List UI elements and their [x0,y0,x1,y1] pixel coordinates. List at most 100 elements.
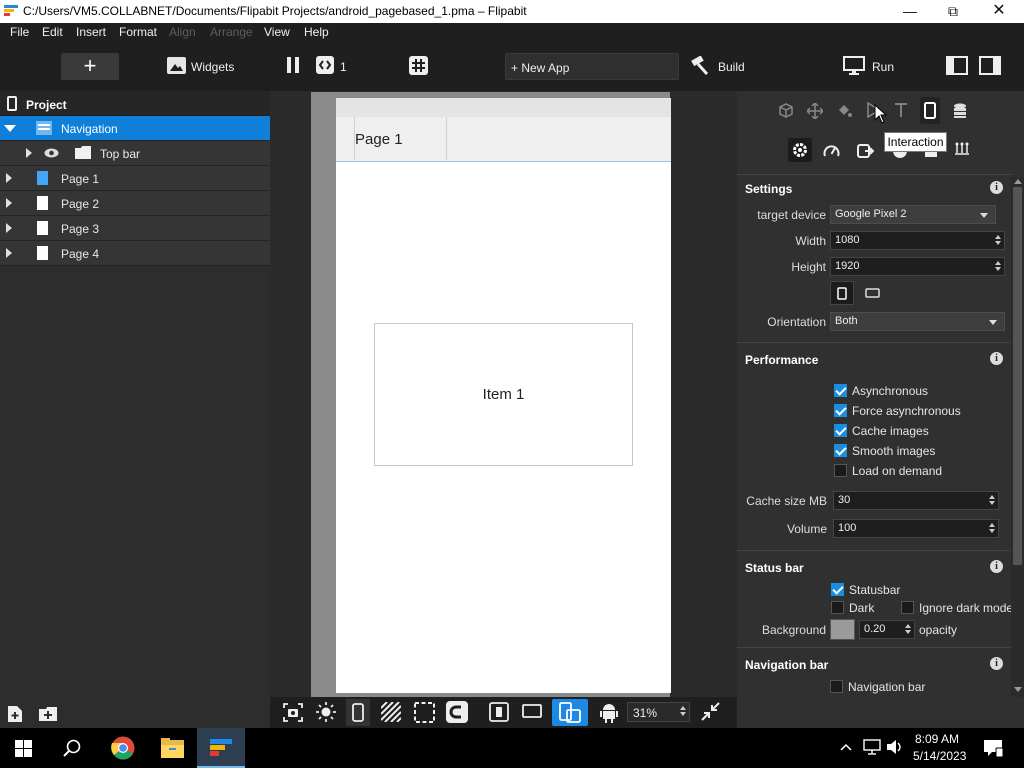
run-label[interactable]: Run [872,60,894,74]
landscape-icon[interactable] [865,288,880,298]
grid-hash-icon[interactable] [409,56,428,75]
scroll-down-icon[interactable] [1014,687,1022,692]
phone-frame-toggle[interactable] [346,699,370,726]
export-icon[interactable] [857,143,874,159]
hammer-icon[interactable] [690,56,710,76]
volume-stepper[interactable] [987,521,996,536]
android-robot-icon[interactable] [600,702,618,723]
status-bar-info-icon[interactable]: i [990,560,1003,573]
cache-size-stepper[interactable] [987,493,996,508]
expand-arrow-icon[interactable] [6,248,12,258]
tree-item-page-2[interactable]: Page 2 [0,191,270,216]
portrait-view-icon[interactable] [489,702,509,722]
load-on-demand-checkbox[interactable] [834,464,847,477]
chrome-icon[interactable] [111,736,135,760]
menu-help[interactable]: Help [304,25,329,39]
cache-images-checkbox[interactable] [834,424,847,437]
windows-start-icon[interactable] [15,740,32,757]
properties-scrollbar[interactable] [1011,177,1024,697]
close-button[interactable]: ✕ [976,0,1022,23]
right-panel-toggle-icon[interactable] [979,56,1001,75]
tree-item-navigation[interactable]: Navigation [0,116,270,141]
new-app-button[interactable]: + New App [505,53,679,80]
add-folder-icon[interactable] [39,707,57,721]
background-color-swatch[interactable] [830,619,855,640]
performance-info-icon[interactable]: i [990,352,1003,365]
speedometer-icon[interactable] [823,143,840,159]
menu-insert[interactable]: Insert [76,25,106,39]
cache-size-field[interactable]: 30 [833,491,999,510]
opacity-field[interactable]: 0.20 [859,620,915,639]
text-icon[interactable] [894,103,908,118]
device-tab[interactable] [920,97,940,124]
add-page-button[interactable]: + [61,53,119,80]
expand-arrow-icon[interactable] [6,173,12,183]
code-icon[interactable] [316,56,334,74]
expand-arrow-icon[interactable] [6,223,12,233]
height-field[interactable]: 1920 [830,257,1005,276]
both-orientations-toggle[interactable] [552,699,588,726]
cube-icon[interactable] [779,103,793,118]
maximize-button[interactable]: ⧉ [930,0,976,23]
scrollbar-thumb[interactable] [1013,187,1022,565]
file-explorer-icon[interactable] [161,738,184,758]
tree-item-top-bar[interactable]: Top bar [0,141,270,166]
menu-edit[interactable]: Edit [42,25,63,39]
settings-info-icon[interactable]: i [990,181,1003,194]
volume-field[interactable]: 100 [833,519,999,538]
scroll-up-icon[interactable] [1014,179,1022,184]
clock-time[interactable]: 8:09 AM [915,732,959,746]
paint-bucket-icon[interactable] [836,103,852,119]
statusbar-checkbox[interactable] [831,583,844,596]
hatch-pattern-icon[interactable] [381,702,401,722]
item-widget[interactable]: Item 1 [374,323,633,466]
target-device-select[interactable]: Google Pixel 2 [830,205,996,224]
eye-icon[interactable] [44,148,59,158]
magnet-icon[interactable] [446,701,468,723]
zoom-field[interactable]: 31% [627,702,690,722]
network-icon[interactable] [863,739,881,755]
tree-item-page-4[interactable]: Page 4 [0,241,270,266]
top-bar-widget[interactable]: Page 1 [336,117,671,162]
clock-date[interactable]: 5/14/2023 [913,749,966,763]
selection-icon[interactable] [414,702,435,723]
volume-icon[interactable] [886,739,903,755]
tree-item-page-3[interactable]: Page 3 [0,216,270,241]
height-stepper[interactable] [993,259,1002,274]
brightness-icon[interactable] [316,702,336,722]
collapse-arrows-icon[interactable] [701,702,720,721]
search-icon[interactable] [63,739,81,757]
apple-icon[interactable] [954,142,970,159]
force-asynchronous-checkbox[interactable] [834,404,847,417]
menu-view[interactable]: View [264,25,290,39]
collapse-arrow-icon[interactable] [4,125,16,132]
dark-checkbox[interactable] [831,601,844,614]
portrait-button[interactable] [830,281,854,305]
expand-arrow-icon[interactable] [6,198,12,208]
left-panel-toggle-icon[interactable] [946,56,968,75]
orientation-select[interactable]: Both [830,312,1005,331]
pause-icon[interactable] [286,57,300,73]
chevron-up-icon[interactable] [840,743,852,751]
minimize-button[interactable]: — [887,0,933,23]
device-screen[interactable]: Page 1 Item 1 [336,98,671,693]
notification-icon[interactable] [983,739,1003,757]
opacity-stepper[interactable] [903,622,912,637]
screenshot-icon[interactable] [283,703,303,722]
landscape-view-icon[interactable] [522,704,542,719]
image-icon[interactable] [167,57,186,74]
navigation-bar-info-icon[interactable]: i [990,657,1003,670]
zoom-stepper[interactable] [678,704,687,719]
ignore-dark-mode-checkbox[interactable] [901,601,914,614]
navigation-bar-checkbox[interactable] [830,680,843,693]
database-icon[interactable] [953,103,967,119]
expand-arrow-icon[interactable] [26,148,32,158]
smooth-images-checkbox[interactable] [834,444,847,457]
flipabit-taskbar-button[interactable] [197,728,245,768]
monitor-icon[interactable] [843,56,865,76]
settings-tab[interactable] [788,138,812,162]
widgets-label[interactable]: Widgets [191,60,234,74]
menu-file[interactable]: File [10,25,29,39]
width-stepper[interactable] [993,233,1002,248]
page-tab[interactable]: Page 1 [354,117,447,162]
